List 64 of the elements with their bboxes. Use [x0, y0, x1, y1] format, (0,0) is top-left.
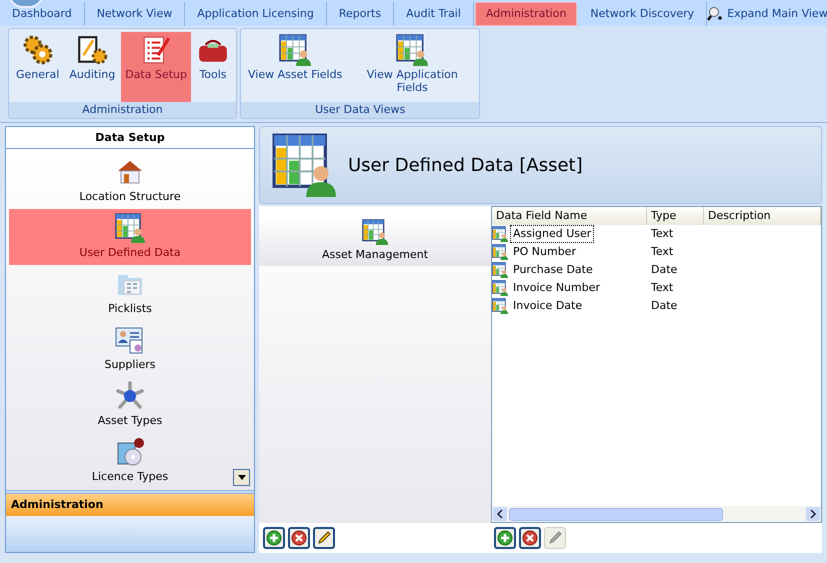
header-title: User Defined Data [Asset] [348, 154, 583, 178]
table-row[interactable]: Invoice Number Text [492, 279, 821, 297]
column-header[interactable]: Description [704, 207, 821, 225]
ribbon-button[interactable]: Data Setup [121, 32, 191, 102]
ribbon-button[interactable]: View Application Fields [348, 32, 476, 102]
table-row[interactable]: Purchase Date Date [492, 261, 821, 279]
ribbon-button[interactable]: Tools [193, 32, 233, 102]
nav-item[interactable]: Location Structure [9, 153, 251, 209]
edit-button[interactable] [313, 527, 335, 549]
horizontal-scrollbar[interactable] [492, 506, 821, 522]
group-title: User Data Views [241, 102, 480, 118]
table-row[interactable]: Invoice Date Date [492, 297, 821, 315]
table-cell-text: Text [650, 226, 674, 242]
clipboard-gear-icon [76, 34, 108, 66]
expand-view-button[interactable]: Expand Main View [707, 6, 827, 22]
add-button[interactable] [494, 527, 516, 549]
table-cell: Assigned User [510, 224, 594, 244]
software-box-icon [115, 436, 145, 467]
table-cell-text: Date [650, 298, 678, 314]
column-header[interactable]: Type [647, 207, 704, 225]
nav-item[interactable]: User Defined Data [9, 209, 251, 265]
table-cell-text: PO Number [512, 244, 577, 260]
caret-icon [238, 475, 246, 480]
grid-person-icon [272, 133, 336, 197]
table-cell-text: Purchase Date [512, 262, 594, 278]
table-cell-text: Date [650, 262, 678, 278]
table-cell-text: Text [650, 244, 674, 260]
delete-button[interactable] [288, 527, 310, 549]
table-cell-text: Invoice Number [512, 280, 602, 296]
pencil-icon [547, 530, 563, 546]
nav-item[interactable]: Picklists [9, 265, 251, 321]
section-header: Administration [6, 494, 254, 516]
table-row[interactable]: PO Number Text [492, 243, 821, 261]
scroll-down-button[interactable] [233, 469, 250, 486]
add-button[interactable] [263, 527, 285, 549]
category-item[interactable]: Asset Management [259, 216, 491, 266]
close-icon [522, 530, 538, 546]
grid-person-icon [115, 212, 145, 243]
scroll-right-icon [806, 507, 820, 521]
grid-person-icon [279, 34, 312, 66]
pencil-icon [316, 530, 332, 546]
grid-person-icon [396, 34, 428, 66]
ribbon-button[interactable]: General [12, 32, 64, 102]
contact-card-icon [115, 324, 145, 355]
connector-hub-icon [115, 380, 145, 411]
table-row[interactable]: Assigned User Text [492, 225, 821, 243]
table-cell-text: Text [650, 280, 674, 296]
gears-icon [22, 34, 54, 66]
column-header[interactable]: Data Field Name [492, 207, 647, 225]
nav-item[interactable]: Suppliers [9, 321, 251, 377]
ribbon-tab[interactable]: Administration [474, 2, 578, 26]
nav-item[interactable]: Asset Types [9, 377, 251, 433]
zoom-plus-icon [707, 6, 724, 22]
table-cell-text: Invoice Date [512, 298, 584, 314]
scroll-thumb[interactable] [509, 508, 723, 520]
ribbon-button[interactable]: Auditing [65, 32, 120, 102]
grid-person-icon [362, 218, 388, 245]
ribbon-button[interactable]: View Asset Fields [244, 32, 346, 102]
delete-button[interactable] [519, 527, 541, 549]
scroll-left-icon [493, 507, 507, 521]
close-icon [291, 530, 307, 546]
group-title: Administration [9, 102, 236, 118]
plus-icon [497, 530, 513, 546]
plus-icon [266, 530, 282, 546]
